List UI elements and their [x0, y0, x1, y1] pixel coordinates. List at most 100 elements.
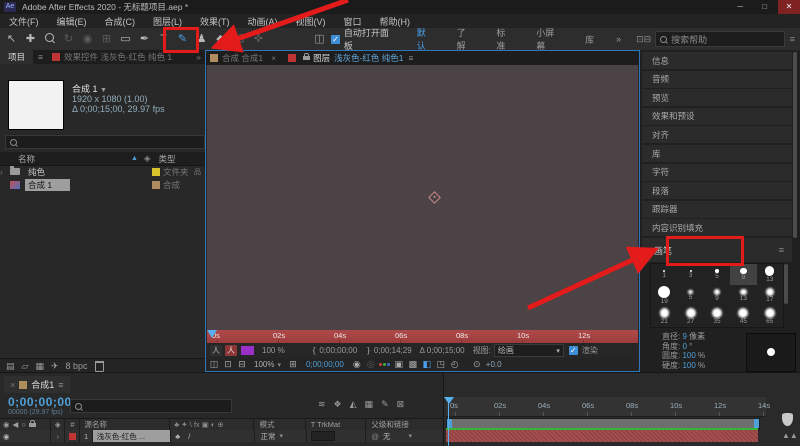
- pan-behind-tool[interactable]: ⊞: [97, 30, 116, 48]
- workspace-bar-icon[interactable]: ⊡⊟: [636, 34, 651, 45]
- parent-column-header[interactable]: 父级和链接: [366, 419, 443, 430]
- brush-prop[interactable]: 硬度: 100 %: [662, 361, 705, 371]
- menu-item[interactable]: 动画(A): [248, 15, 278, 28]
- composition-flowchart-icon[interactable]: ≋: [318, 399, 326, 410]
- solo-column-icon[interactable]: ○: [21, 420, 26, 429]
- puppet-pin-tool[interactable]: ✜: [249, 30, 268, 48]
- menu-item[interactable]: 视图(V): [296, 15, 326, 28]
- zoom-select[interactable]: 100% ▾: [251, 360, 284, 369]
- pen-tool[interactable]: ✒: [135, 30, 154, 48]
- brush-preset-13[interactable]: 13: [730, 285, 756, 306]
- clone-stamp-tool[interactable]: ♟: [192, 30, 211, 48]
- maximize-button[interactable]: □: [754, 0, 776, 14]
- brush-preset-17[interactable]: 17: [757, 285, 783, 306]
- current-timecode[interactable]: 0;00;00;00: [8, 395, 72, 409]
- menu-item[interactable]: 编辑(E): [57, 15, 87, 28]
- sidebar-scrollbar[interactable]: [793, 52, 797, 238]
- number-column-header[interactable]: #: [65, 419, 80, 430]
- view-layout-icon[interactable]: ◫: [207, 359, 221, 370]
- timeline-panel-menu-icon[interactable]: ≡: [58, 380, 63, 390]
- render-checkbox[interactable]: ✓: [569, 346, 578, 355]
- brush-preset-9[interactable]: 9: [730, 264, 756, 285]
- pickwhip-icon[interactable]: @: [371, 432, 379, 441]
- brush-preset-1[interactable]: 1: [651, 264, 677, 285]
- camera-tool[interactable]: ◉: [78, 30, 97, 48]
- view-select[interactable]: 绘画 ▾: [494, 344, 564, 357]
- workspace-active[interactable]: 默认: [417, 26, 435, 52]
- switches-column-icons[interactable]: ♣ ✦ \ fx ▣ ◐ ⊕: [170, 419, 254, 430]
- layer-eye-icon[interactable]: ◉: [0, 430, 51, 442]
- brush-preset-5[interactable]: 5: [677, 285, 703, 306]
- tab-layer-prefix[interactable]: 图层: [313, 52, 330, 64]
- sidebar-tab-5[interactable]: 库: [642, 145, 792, 162]
- project-footer-icon[interactable]: ▦: [35, 361, 44, 372]
- mask-highlight-icon[interactable]: 人: [225, 345, 237, 356]
- bit-depth-button[interactable]: 8 bpc: [66, 361, 88, 371]
- channels-icon[interactable]: [378, 363, 392, 366]
- brush-preset-19[interactable]: 19: [651, 285, 677, 306]
- hand-tool[interactable]: ✚: [21, 30, 40, 48]
- tab-project[interactable]: 项目: [0, 50, 33, 64]
- brush-preset-45[interactable]: 45: [730, 306, 756, 327]
- label-column-icon[interactable]: ◈: [144, 153, 151, 164]
- layer-playhead[interactable]: [207, 330, 217, 338]
- project-panel-menu-icon[interactable]: ≡: [38, 52, 43, 62]
- viewer-timecode[interactable]: 0;00;00;00: [306, 360, 344, 369]
- help-search-input[interactable]: 搜索帮助: [655, 31, 785, 47]
- layer-time-ruler[interactable]: 0s02s04s06s08s10s12s14s: [207, 330, 638, 343]
- brush-tool[interactable]: ✎: [173, 30, 192, 48]
- trkmat-column-header[interactable]: T TrkMat: [306, 419, 367, 430]
- show-snapshot-icon[interactable]: ◎: [364, 359, 378, 370]
- source-name-column-header[interactable]: 源名称: [80, 419, 170, 430]
- sidebar-tab-7[interactable]: 段落: [642, 182, 792, 199]
- blend-mode-select[interactable]: 正常 ▾: [255, 430, 306, 442]
- brush-preset-65[interactable]: 65: [757, 306, 783, 327]
- workspace-overflow[interactable]: »: [616, 34, 621, 44]
- selection-tool[interactable]: ↖: [2, 30, 21, 48]
- mask-visibility-icon[interactable]: 人: [210, 345, 222, 356]
- workspace-menu-icon[interactable]: ≡: [790, 34, 795, 44]
- project-row[interactable]: 合成 1合成: [0, 178, 205, 191]
- menu-item[interactable]: 图层(L): [153, 15, 182, 28]
- brush-grid-scrollbar[interactable]: [784, 264, 788, 304]
- sidebar-tab-1[interactable]: 音频: [642, 71, 792, 88]
- project-footer-icon[interactable]: ✈: [51, 361, 59, 372]
- brush-preset-35[interactable]: 35: [704, 306, 730, 327]
- brush-prop[interactable]: 角度: 0 °: [662, 342, 705, 352]
- quality-switch-icon[interactable]: /: [188, 432, 190, 441]
- eraser-tool[interactable]: ◆: [211, 30, 230, 48]
- sort-arrow-icon[interactable]: ▲: [131, 155, 138, 162]
- timeline-tab[interactable]: × 合成1 ≡: [4, 376, 70, 393]
- sidebar-tab-8[interactable]: 跟踪器: [642, 201, 792, 218]
- project-row[interactable]: ›纯色文件夹品: [0, 165, 205, 178]
- collapse-switch-icon[interactable]: ♣: [175, 432, 180, 441]
- audio-column-icon[interactable]: ◀: [13, 420, 19, 429]
- minimize-button[interactable]: ─: [729, 0, 751, 14]
- lock-column-icon[interactable]: [29, 423, 36, 427]
- exposure-icon[interactable]: ⊙: [470, 359, 484, 370]
- workspace-item[interactable]: 标准: [496, 26, 514, 52]
- view-mode-icon[interactable]: ◧: [420, 359, 434, 370]
- out-time[interactable]: 0;00;14;29: [374, 346, 412, 355]
- in-brace-icon[interactable]: {: [313, 346, 316, 355]
- panel-grid-icon[interactable]: ◫: [310, 30, 329, 48]
- transparency-grid-icon[interactable]: ▩: [406, 359, 420, 370]
- shy-layers-icon[interactable]: ◭: [350, 399, 357, 410]
- sidebar-tab-9[interactable]: 内容识别填充: [642, 219, 792, 236]
- sidebar-tab-4[interactable]: 对齐: [642, 126, 792, 143]
- project-footer-icon[interactable]: ▱: [22, 361, 29, 372]
- secondary-viewer-icon[interactable]: ⊟: [235, 359, 249, 370]
- brush-preset-27[interactable]: 27: [677, 306, 703, 327]
- workspace-item[interactable]: 了解: [457, 26, 475, 52]
- rotate-tool[interactable]: ↻: [59, 30, 78, 48]
- eye-column-icon[interactable]: ◉: [3, 420, 10, 429]
- mode-column-header[interactable]: 模式: [254, 419, 305, 430]
- brush-prop[interactable]: 直径: 9 像素: [662, 332, 705, 342]
- brush-preset-3[interactable]: 3: [677, 264, 703, 285]
- menu-item[interactable]: 文件(F): [9, 15, 39, 28]
- type-tool[interactable]: T: [154, 30, 173, 48]
- monitor-icon[interactable]: ⊡: [221, 359, 235, 370]
- brush-preset-5[interactable]: 5: [704, 264, 730, 285]
- graph-editor-icon[interactable]: ⊠: [397, 399, 405, 410]
- lock-icon[interactable]: [303, 56, 310, 60]
